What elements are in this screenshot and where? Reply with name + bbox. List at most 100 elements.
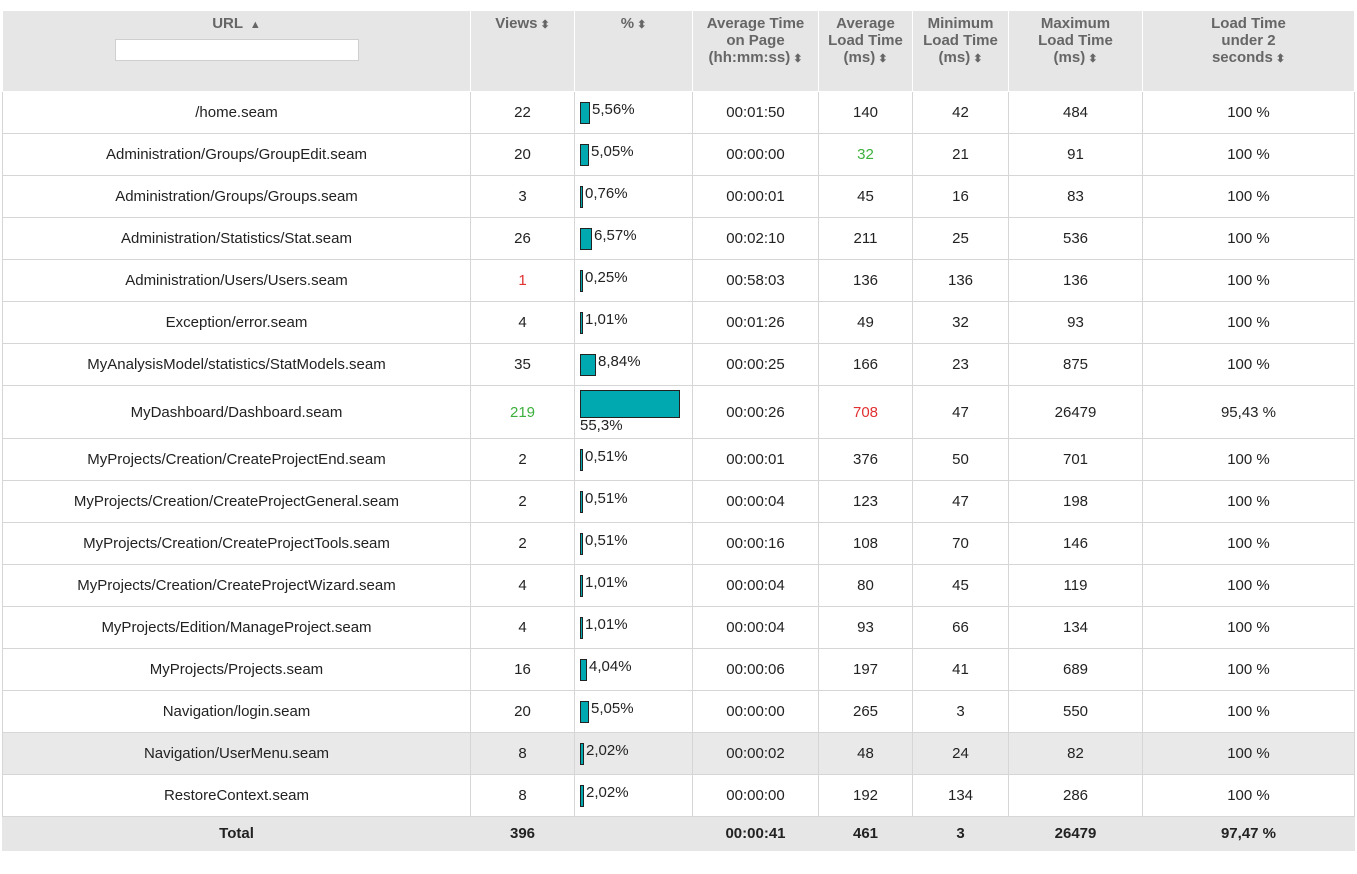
header-views[interactable]: Views ⬍	[470, 10, 575, 92]
cell-max-load: 83	[1008, 175, 1143, 218]
url-filter-input[interactable]	[114, 39, 359, 61]
pct-label: 0,51%	[585, 447, 628, 465]
cell-avg-load: 166	[818, 343, 913, 386]
total-under2: 97,47 %	[1142, 816, 1355, 851]
table-row[interactable]: MyProjects/Edition/ManageProject.seam 4 1,…	[2, 606, 1355, 649]
table-row[interactable]: MyProjects/Projects.seam 16 4,04% 00:00:06 1…	[2, 648, 1355, 691]
header-max-load[interactable]: Maximum Load Time (ms) ⬍	[1008, 10, 1143, 92]
cell-avg-time: 00:01:26	[692, 301, 819, 344]
sort-icon[interactable]: ⬍	[878, 53, 887, 65]
cell-url: /home.seam	[2, 91, 471, 134]
cell-views: 3	[470, 175, 575, 218]
cell-url: Administration/Groups/GroupEdit.seam	[2, 133, 471, 176]
table-row[interactable]: MyProjects/Creation/CreateProjectTools.s…	[2, 522, 1355, 565]
pct-cell: 4,04%	[574, 648, 693, 691]
cell-views: 2	[470, 438, 575, 481]
cell-max-load: 91	[1008, 133, 1143, 176]
cell-max-load: 26479	[1008, 385, 1143, 439]
cell-under2: 100 %	[1142, 343, 1355, 386]
sort-icon[interactable]: ⬍	[541, 19, 550, 31]
pct-cell: 0,51%	[574, 522, 693, 565]
table-row[interactable]: MyProjects/Creation/CreateProjectGeneral…	[2, 480, 1355, 523]
table-row[interactable]: Exception/error.seam 4 1,01% 00:01:26 49 32 93…	[2, 301, 1355, 344]
cell-avg-load: 108	[818, 522, 913, 565]
header-min-load[interactable]: Minimum Load Time (ms) ⬍	[912, 10, 1009, 92]
pct-label: 0,25%	[585, 268, 628, 286]
cell-url: MyProjects/Projects.seam	[2, 648, 471, 691]
sort-icon[interactable]: ⬍	[637, 19, 646, 31]
sort-icon[interactable]: ⬍	[793, 53, 802, 65]
header-under2-label[interactable]: Load Time under 2 seconds	[1211, 15, 1286, 66]
cell-views: 219	[470, 385, 575, 439]
cell-views: 1	[470, 259, 575, 302]
pct-cell: 55,3%	[574, 385, 693, 439]
cell-max-load: 134	[1008, 606, 1143, 649]
cell-under2: 100 %	[1142, 217, 1355, 260]
pct-label: 1,01%	[585, 573, 628, 591]
header-url[interactable]: URL ▲	[2, 10, 471, 92]
header-max-load-label[interactable]: Maximum Load Time (ms)	[1038, 15, 1113, 66]
sort-icon[interactable]: ⬍	[1088, 53, 1097, 65]
pct-label: 0,51%	[585, 531, 628, 549]
cell-url: RestoreContext.seam	[2, 774, 471, 817]
cell-avg-load: 708	[818, 385, 913, 439]
cell-under2: 100 %	[1142, 774, 1355, 817]
table-row[interactable]: MyProjects/Creation/CreateProjectWizard.…	[2, 564, 1355, 607]
header-min-load-label[interactable]: Minimum Load Time (ms)	[923, 15, 998, 66]
percentage-bar	[580, 490, 583, 513]
table-row[interactable]: MyProjects/Creation/CreateProjectEnd.sea…	[2, 438, 1355, 481]
cell-avg-load: 45	[818, 175, 913, 218]
percentage-bar	[580, 101, 590, 124]
cell-max-load: 701	[1008, 438, 1143, 481]
percentage-bar	[580, 658, 587, 681]
table-row[interactable]: MyDashboard/Dashboard.seam 219 55,3% 00:00:…	[2, 385, 1355, 439]
table-row[interactable]: RestoreContext.seam 8 2,02% 00:00:00 192 134 2…	[2, 774, 1355, 817]
header-under2[interactable]: Load Time under 2 seconds ⬍	[1142, 10, 1355, 92]
cell-views: 4	[470, 301, 575, 344]
pct-cell: 8,84%	[574, 343, 693, 386]
table-row[interactable]: Navigation/UserMenu.seam 8 2,02% 00:00:02 48…	[2, 732, 1355, 775]
cell-avg-time: 00:00:26	[692, 385, 819, 439]
cell-min-load: 50	[912, 438, 1009, 481]
cell-min-load: 45	[912, 564, 1009, 607]
cell-avg-load: 80	[818, 564, 913, 607]
pct-cell: 0,51%	[574, 438, 693, 481]
sort-icon[interactable]: ⬍	[1276, 53, 1285, 65]
table-row[interactable]: Administration/Groups/Groups.seam 3 0,76% 0…	[2, 175, 1355, 218]
cell-url: Navigation/login.seam	[2, 690, 471, 733]
cell-min-load: 134	[912, 774, 1009, 817]
cell-under2: 100 %	[1142, 175, 1355, 218]
cell-min-load: 25	[912, 217, 1009, 260]
header-avg-load-label[interactable]: Average Load Time (ms)	[828, 15, 903, 66]
header-avg-time[interactable]: Average Time on Page (hh:mm:ss) ⬍	[692, 10, 819, 92]
cell-under2: 100 %	[1142, 259, 1355, 302]
sort-asc-icon[interactable]: ▲	[250, 19, 261, 31]
percentage-bar	[580, 700, 589, 723]
cell-under2: 100 %	[1142, 480, 1355, 523]
table-body: /home.seam 22 5,56% 00:01:50 140 42 484 100 % Ad…	[2, 91, 1355, 817]
table-row[interactable]: Administration/Statistics/Stat.seam 26 6,5…	[2, 217, 1355, 260]
percentage-bar	[580, 742, 584, 765]
table-row[interactable]: Administration/Users/Users.seam 1 0,25% 00:…	[2, 259, 1355, 302]
header-pct[interactable]: % ⬍	[574, 10, 693, 92]
pct-cell: 5,05%	[574, 690, 693, 733]
table-row[interactable]: /home.seam 22 5,56% 00:01:50 140 42 484 100 %	[2, 91, 1355, 134]
cell-under2: 100 %	[1142, 301, 1355, 344]
cell-min-load: 136	[912, 259, 1009, 302]
cell-min-load: 47	[912, 385, 1009, 439]
cell-avg-time: 00:00:02	[692, 732, 819, 775]
table-row[interactable]: Navigation/login.seam 20 5,05% 00:00:00 265 3…	[2, 690, 1355, 733]
header-pct-label[interactable]: %	[621, 15, 634, 32]
percentage-bar	[580, 185, 583, 208]
cell-max-load: 119	[1008, 564, 1143, 607]
percentage-bar	[580, 616, 583, 639]
sort-icon[interactable]: ⬍	[973, 53, 982, 65]
header-views-label[interactable]: Views	[495, 15, 537, 32]
cell-under2: 95,43 %	[1142, 385, 1355, 439]
table-row[interactable]: Administration/Groups/GroupEdit.seam 20 5,…	[2, 133, 1355, 176]
header-avg-time-label[interactable]: Average Time on Page (hh:mm:ss)	[707, 15, 805, 66]
percentage-bar	[580, 390, 680, 418]
header-avg-load[interactable]: Average Load Time (ms) ⬍	[818, 10, 913, 92]
table-row[interactable]: MyAnalysisModel/statistics/StatModels.se…	[2, 343, 1355, 386]
header-url-label[interactable]: URL	[212, 15, 243, 32]
